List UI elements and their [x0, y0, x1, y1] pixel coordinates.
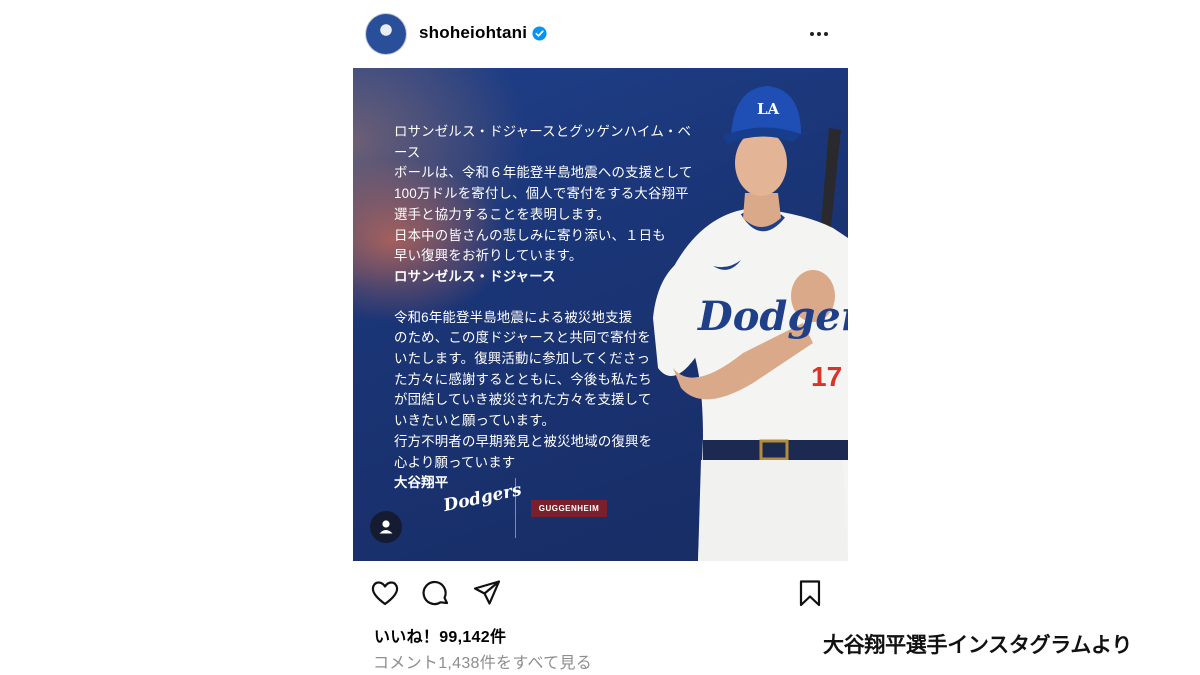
guggenheim-logo: GUGGENHEIM: [531, 500, 607, 517]
logo-divider: [515, 478, 516, 538]
post-header: shoheiohtani: [366, 14, 832, 54]
source-caption: 大谷翔平選手インスタグラムより: [823, 634, 1133, 657]
view-comments-link[interactable]: コメント1,438件をすべて見る: [373, 649, 592, 673]
share-icon[interactable]: [472, 578, 502, 608]
post-actions: [370, 576, 825, 610]
cap-logo: LA: [757, 100, 780, 118]
like-count[interactable]: いいね！99,142件: [374, 623, 506, 647]
post-image[interactable]: ロサンゼルス・ドジャースとグッゲンハイム・ベース ボールは、令和６年能登半島地震…: [353, 68, 848, 561]
username[interactable]: shoheiohtani: [419, 23, 527, 43]
verified-badge-icon: [532, 26, 547, 41]
player-photo: LA Dodgers 17: [653, 86, 848, 561]
sponsor-logos: Dodgers GUGGENHEIM: [441, 476, 613, 544]
comment-icon[interactable]: [421, 578, 451, 608]
bookmark-icon[interactable]: [795, 578, 825, 608]
dodgers-logo: Dodgers: [441, 479, 524, 517]
jersey-text: Dodgers: [697, 293, 848, 340]
jersey-number: 17: [811, 361, 842, 392]
avatar[interactable]: [366, 14, 406, 54]
heart-icon[interactable]: [370, 578, 400, 608]
more-options-icon[interactable]: [806, 20, 832, 48]
tagged-user-icon[interactable]: [370, 511, 402, 543]
